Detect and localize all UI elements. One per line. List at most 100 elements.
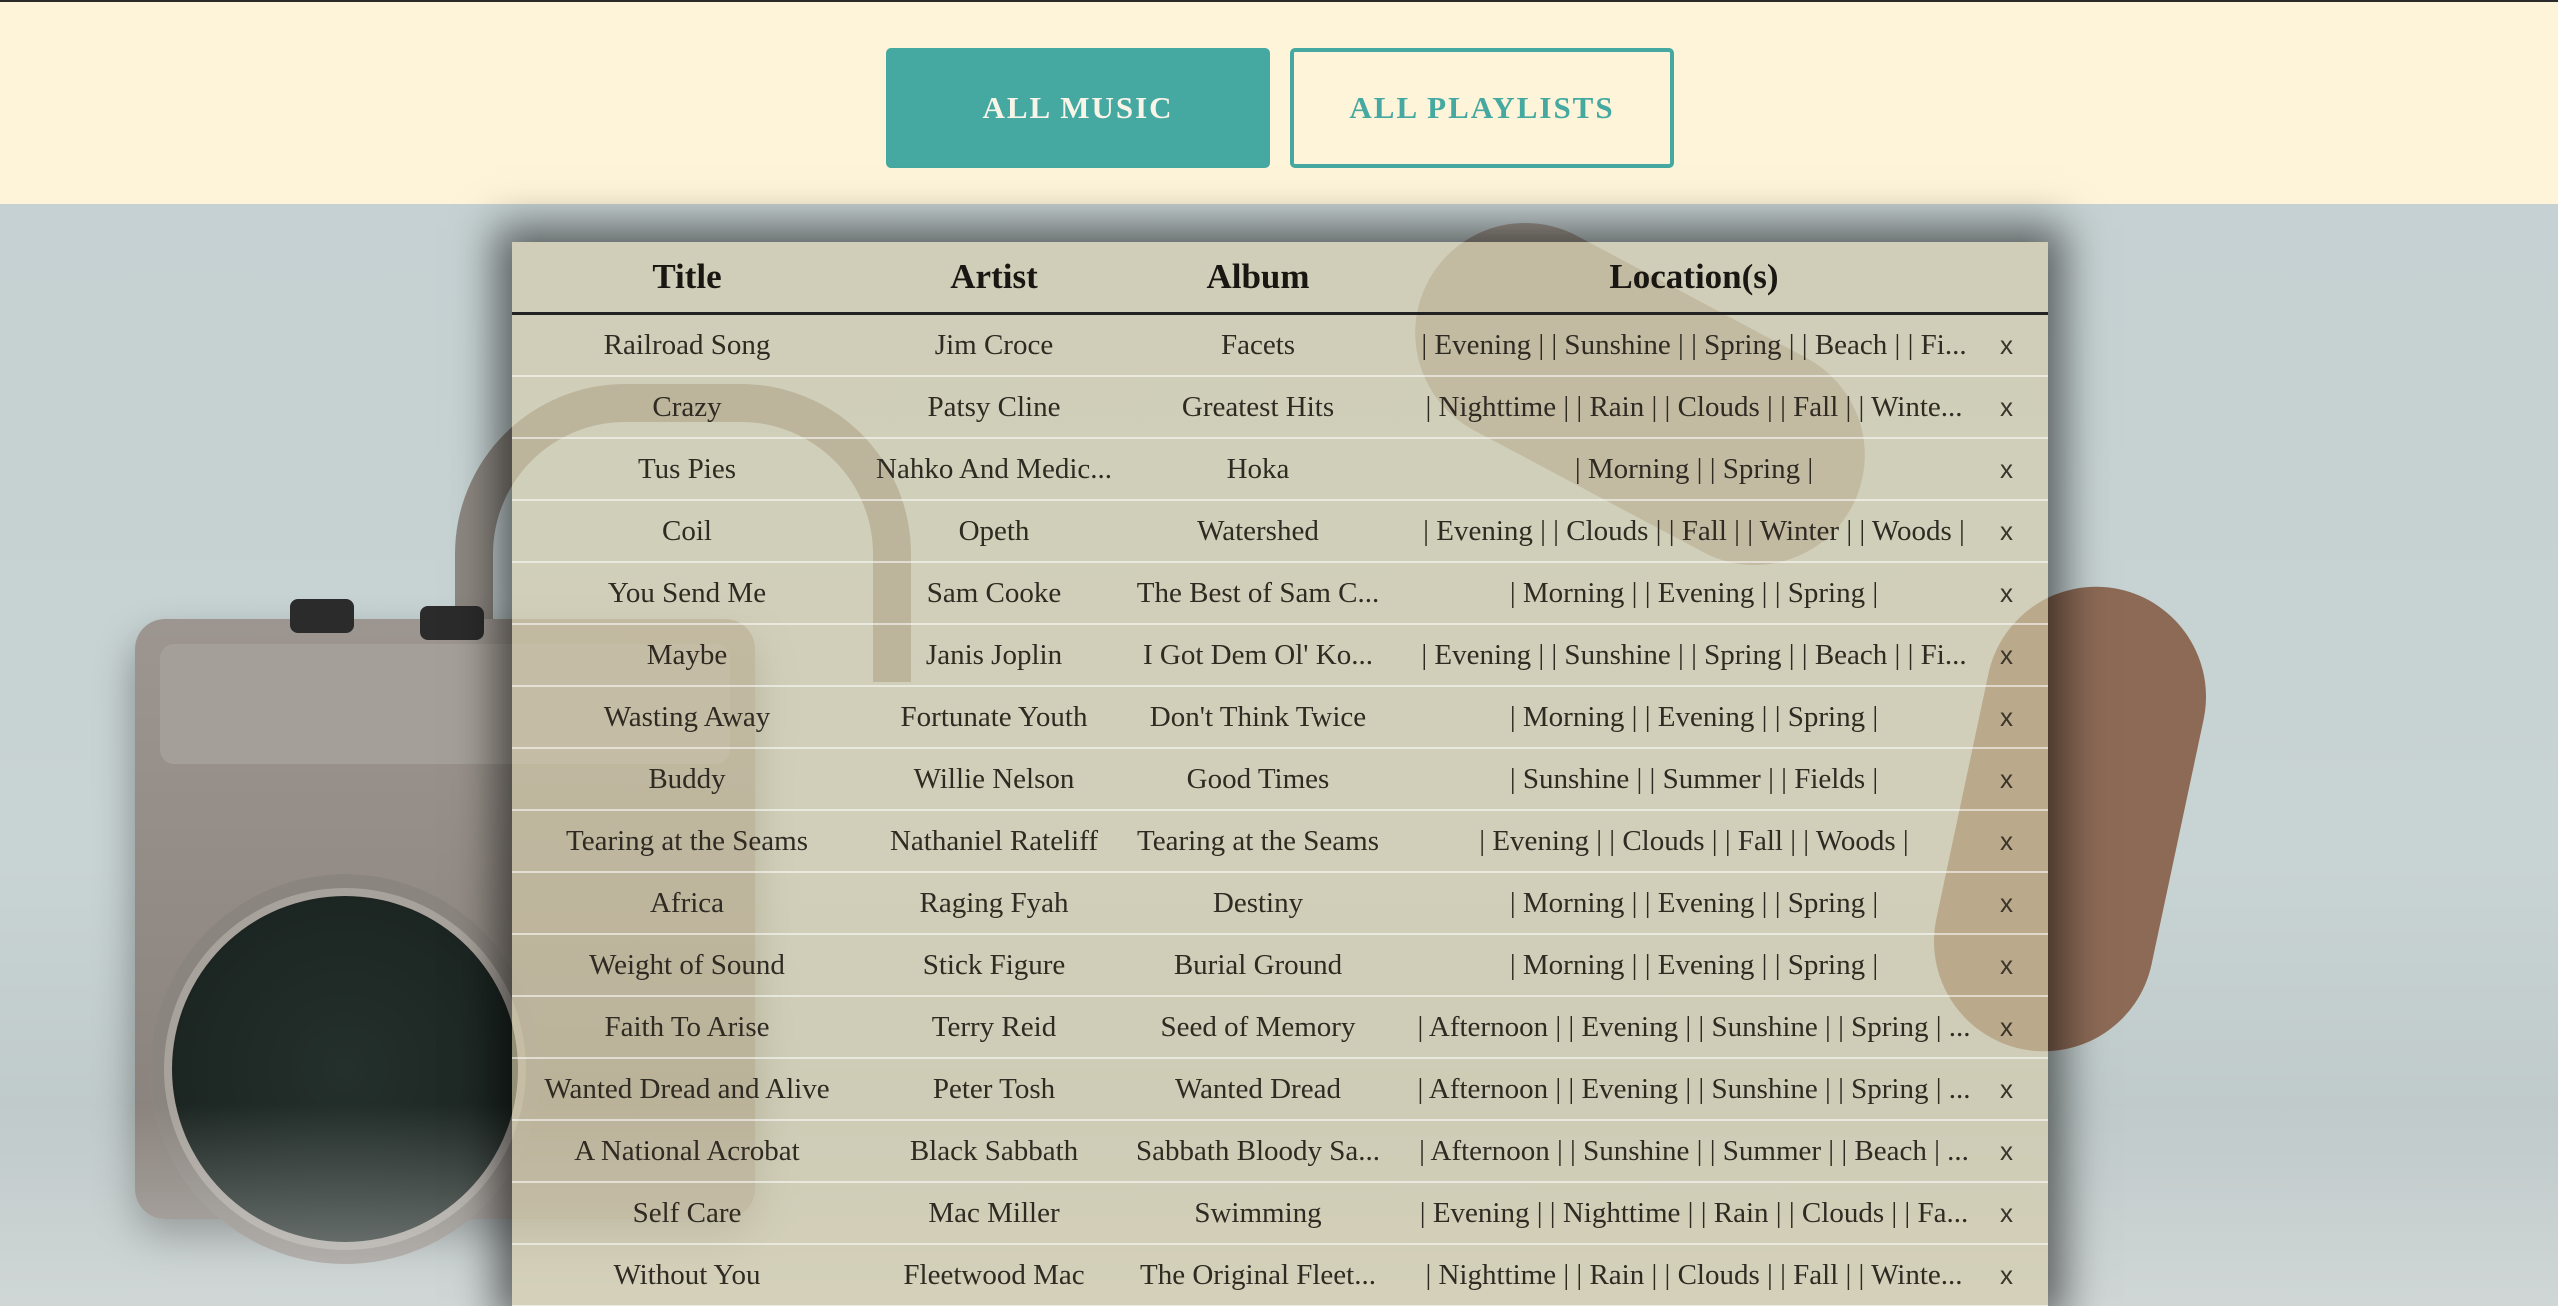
song-album-cell: Burial Ground	[1126, 934, 1390, 997]
table-row[interactable]: Self Care Mac Miller Swimming | Evening | |…	[512, 1182, 2048, 1245]
song-artist-cell: Willie Nelson	[862, 748, 1126, 811]
boombox-knob-shape	[420, 606, 484, 640]
song-locations-cell: | Evening | | Nighttime | | Rain | | Clo…	[1390, 1182, 1998, 1245]
song-locations-cell: | Nighttime | | Rain | | Clouds | | Fall…	[1390, 1244, 1998, 1306]
song-title-cell: Tus Pies	[512, 438, 862, 501]
song-title-cell: Self Care	[512, 1182, 862, 1245]
song-artist-cell: Opeth	[862, 500, 1126, 563]
delete-song-button[interactable]: x	[1998, 624, 2048, 687]
delete-song-button[interactable]: x	[1998, 1182, 2048, 1245]
delete-song-button[interactable]: x	[1998, 748, 2048, 811]
boombox-knob-shape	[290, 599, 354, 633]
delete-song-button[interactable]: x	[1998, 686, 2048, 749]
song-locations-cell: | Evening | | Sunshine | | Spring | | Be…	[1390, 624, 1998, 687]
song-locations-cell: | Sunshine | | Summer | | Fields |	[1390, 748, 1998, 811]
song-locations-cell: | Evening | | Sunshine | | Spring | | Be…	[1390, 313, 1998, 377]
song-locations-cell: | Morning | | Spring |	[1390, 438, 1998, 501]
song-album-cell: Wanted Dread	[1126, 1058, 1390, 1121]
song-album-cell: The Best of Sam C...	[1126, 562, 1390, 625]
song-album-cell: Destiny	[1126, 872, 1390, 935]
column-header-artist: Artist	[862, 242, 1126, 315]
all-music-button[interactable]: ALL MUSIC	[886, 48, 1270, 168]
song-locations-cell: | Morning | | Evening | | Spring |	[1390, 934, 1998, 997]
table-row[interactable]: Africa Raging Fyah Destiny | Morning | | Ev…	[512, 872, 2048, 935]
song-artist-cell: Raging Fyah	[862, 872, 1126, 935]
song-artist-cell: Patsy Cline	[862, 376, 1126, 439]
music-table-panel: Title Artist Album Location(s) Railroad …	[512, 242, 2048, 1306]
song-artist-cell: Fortunate Youth	[862, 686, 1126, 749]
table-row[interactable]: Tearing at the Seams Nathaniel Rateliff Te…	[512, 810, 2048, 873]
song-title-cell: Railroad Song	[512, 313, 862, 377]
delete-song-button[interactable]: x	[1998, 996, 2048, 1059]
song-title-cell: Coil	[512, 500, 862, 563]
song-artist-cell: Peter Tosh	[862, 1058, 1126, 1121]
table-row[interactable]: Wanted Dread and Alive Peter Tosh Wanted D…	[512, 1058, 2048, 1121]
song-title-cell: Tearing at the Seams	[512, 810, 862, 873]
song-title-cell: Wasting Away	[512, 686, 862, 749]
delete-song-button[interactable]: x	[1998, 438, 2048, 501]
table-row[interactable]: You Send Me Sam Cooke The Best of Sam C...…	[512, 562, 2048, 625]
song-locations-cell: | Afternoon | | Evening | | Sunshine | |…	[1390, 996, 1998, 1059]
song-artist-cell: Nahko And Medic...	[862, 438, 1126, 501]
table-row[interactable]: Railroad Song Jim Croce Facets | Evening | …	[512, 313, 2048, 377]
table-row[interactable]: Maybe Janis Joplin I Got Dem Ol' Ko... | Ev…	[512, 624, 2048, 687]
song-locations-cell: | Evening | | Clouds | | Fall | | Woods …	[1390, 810, 1998, 873]
song-title-cell: Faith To Arise	[512, 996, 862, 1059]
song-album-cell: Greatest Hits	[1126, 376, 1390, 439]
table-body: Railroad Song Jim Croce Facets | Evening | …	[512, 313, 2048, 1306]
delete-song-button[interactable]: x	[1998, 376, 2048, 439]
song-album-cell: Good Times	[1126, 748, 1390, 811]
song-locations-cell: | Evening | | Clouds | | Fall | | Winter…	[1390, 500, 1998, 563]
column-header-delete	[1998, 242, 2048, 315]
song-album-cell: Tearing at the Seams	[1126, 810, 1390, 873]
song-album-cell: Watershed	[1126, 500, 1390, 563]
delete-song-button[interactable]: x	[1998, 313, 2048, 377]
song-album-cell: Swimming	[1126, 1182, 1390, 1245]
top-navigation-bar: ALL MUSIC ALL PLAYLISTS	[0, 0, 2558, 204]
song-artist-cell: Sam Cooke	[862, 562, 1126, 625]
column-header-locations: Location(s)	[1390, 242, 1998, 315]
song-title-cell: Wanted Dread and Alive	[512, 1058, 862, 1121]
delete-song-button[interactable]: x	[1998, 1058, 2048, 1121]
song-artist-cell: Terry Reid	[862, 996, 1126, 1059]
table-row[interactable]: Coil Opeth Watershed | Evening | | Clouds |…	[512, 500, 2048, 563]
table-row[interactable]: Without You Fleetwood Mac The Original Fle…	[512, 1244, 2048, 1306]
song-album-cell: I Got Dem Ol' Ko...	[1126, 624, 1390, 687]
song-locations-cell: | Afternoon | | Evening | | Sunshine | |…	[1390, 1058, 1998, 1121]
delete-song-button[interactable]: x	[1998, 500, 2048, 563]
column-header-title: Title	[512, 242, 862, 315]
song-locations-cell: | Morning | | Evening | | Spring |	[1390, 562, 1998, 625]
delete-song-button[interactable]: x	[1998, 1120, 2048, 1183]
song-artist-cell: Jim Croce	[862, 313, 1126, 377]
song-artist-cell: Mac Miller	[862, 1182, 1126, 1245]
table-row[interactable]: Weight of Sound Stick Figure Burial Ground…	[512, 934, 2048, 997]
song-title-cell: Maybe	[512, 624, 862, 687]
table-row[interactable]: Buddy Willie Nelson Good Times | Sunshine |…	[512, 748, 2048, 811]
song-title-cell: Weight of Sound	[512, 934, 862, 997]
song-album-cell: Facets	[1126, 313, 1390, 377]
song-album-cell: Don't Think Twice	[1126, 686, 1390, 749]
song-locations-cell: | Afternoon | | Sunshine | | Summer | | …	[1390, 1120, 1998, 1183]
delete-song-button[interactable]: x	[1998, 562, 2048, 625]
table-row[interactable]: Crazy Patsy Cline Greatest Hits | Nighttime…	[512, 376, 2048, 439]
all-playlists-button[interactable]: ALL PLAYLISTS	[1290, 48, 1674, 168]
delete-song-button[interactable]: x	[1998, 1244, 2048, 1306]
delete-song-button[interactable]: x	[1998, 810, 2048, 873]
table-row[interactable]: Tus Pies Nahko And Medic... Hoka | Morning …	[512, 438, 2048, 501]
song-album-cell: Sabbath Bloody Sa...	[1126, 1120, 1390, 1183]
song-album-cell: Hoka	[1126, 438, 1390, 501]
song-locations-cell: | Nighttime | | Rain | | Clouds | | Fall…	[1390, 376, 1998, 439]
song-artist-cell: Black Sabbath	[862, 1120, 1126, 1183]
song-title-cell: Crazy	[512, 376, 862, 439]
song-locations-cell: | Morning | | Evening | | Spring |	[1390, 872, 1998, 935]
song-artist-cell: Fleetwood Mac	[862, 1244, 1126, 1306]
song-artist-cell: Nathaniel Rateliff	[862, 810, 1126, 873]
table-header-row: Title Artist Album Location(s)	[512, 242, 2048, 315]
delete-song-button[interactable]: x	[1998, 934, 2048, 997]
song-artist-cell: Stick Figure	[862, 934, 1126, 997]
table-row[interactable]: Wasting Away Fortunate Youth Don't Think T…	[512, 686, 2048, 749]
delete-song-button[interactable]: x	[1998, 872, 2048, 935]
table-row[interactable]: Faith To Arise Terry Reid Seed of Memory | …	[512, 996, 2048, 1059]
table-row[interactable]: A National Acrobat Black Sabbath Sabbath B…	[512, 1120, 2048, 1183]
music-table: Title Artist Album Location(s) Railroad …	[512, 242, 2048, 1306]
